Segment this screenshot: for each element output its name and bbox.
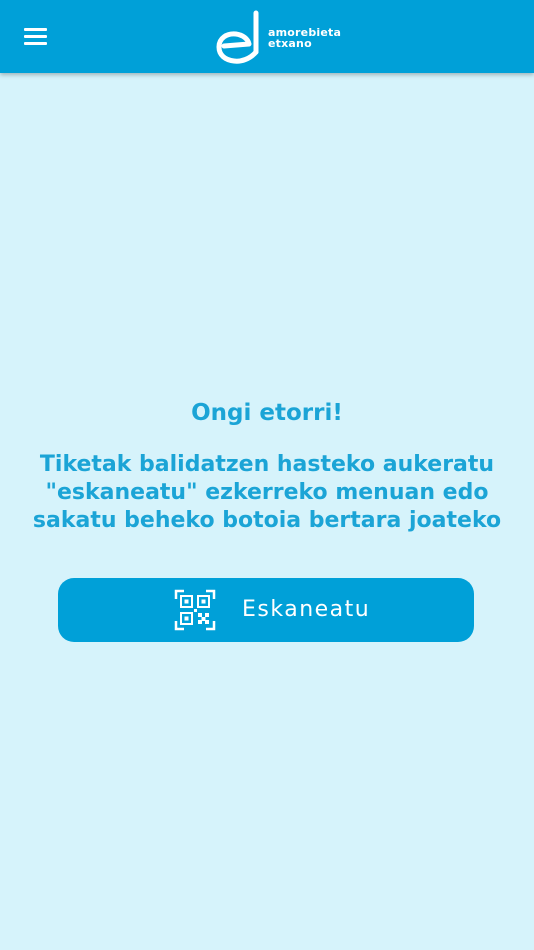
logo-wordmark: amorebieta etxano xyxy=(268,27,341,49)
app-logo: amorebieta etxano xyxy=(216,10,342,64)
instructions-text: Tiketak balidatzen hasteko aukeratu "esk… xyxy=(32,452,502,533)
qr-code-scan-icon xyxy=(174,589,216,631)
welcome-title: Ongi etorri! xyxy=(191,400,343,426)
menu-button[interactable] xyxy=(14,18,56,54)
scan-button-label: Eskaneatu xyxy=(242,597,371,622)
hamburger-menu-icon xyxy=(24,28,47,31)
app-screen: amorebieta etxano Ongi etorri! Tiketak b… xyxy=(0,0,534,950)
logo-mark-icon xyxy=(216,10,259,64)
scan-button[interactable]: Eskaneatu xyxy=(58,578,474,642)
logo-line-2: etxano xyxy=(268,37,312,50)
top-app-bar: amorebieta etxano xyxy=(0,0,534,73)
